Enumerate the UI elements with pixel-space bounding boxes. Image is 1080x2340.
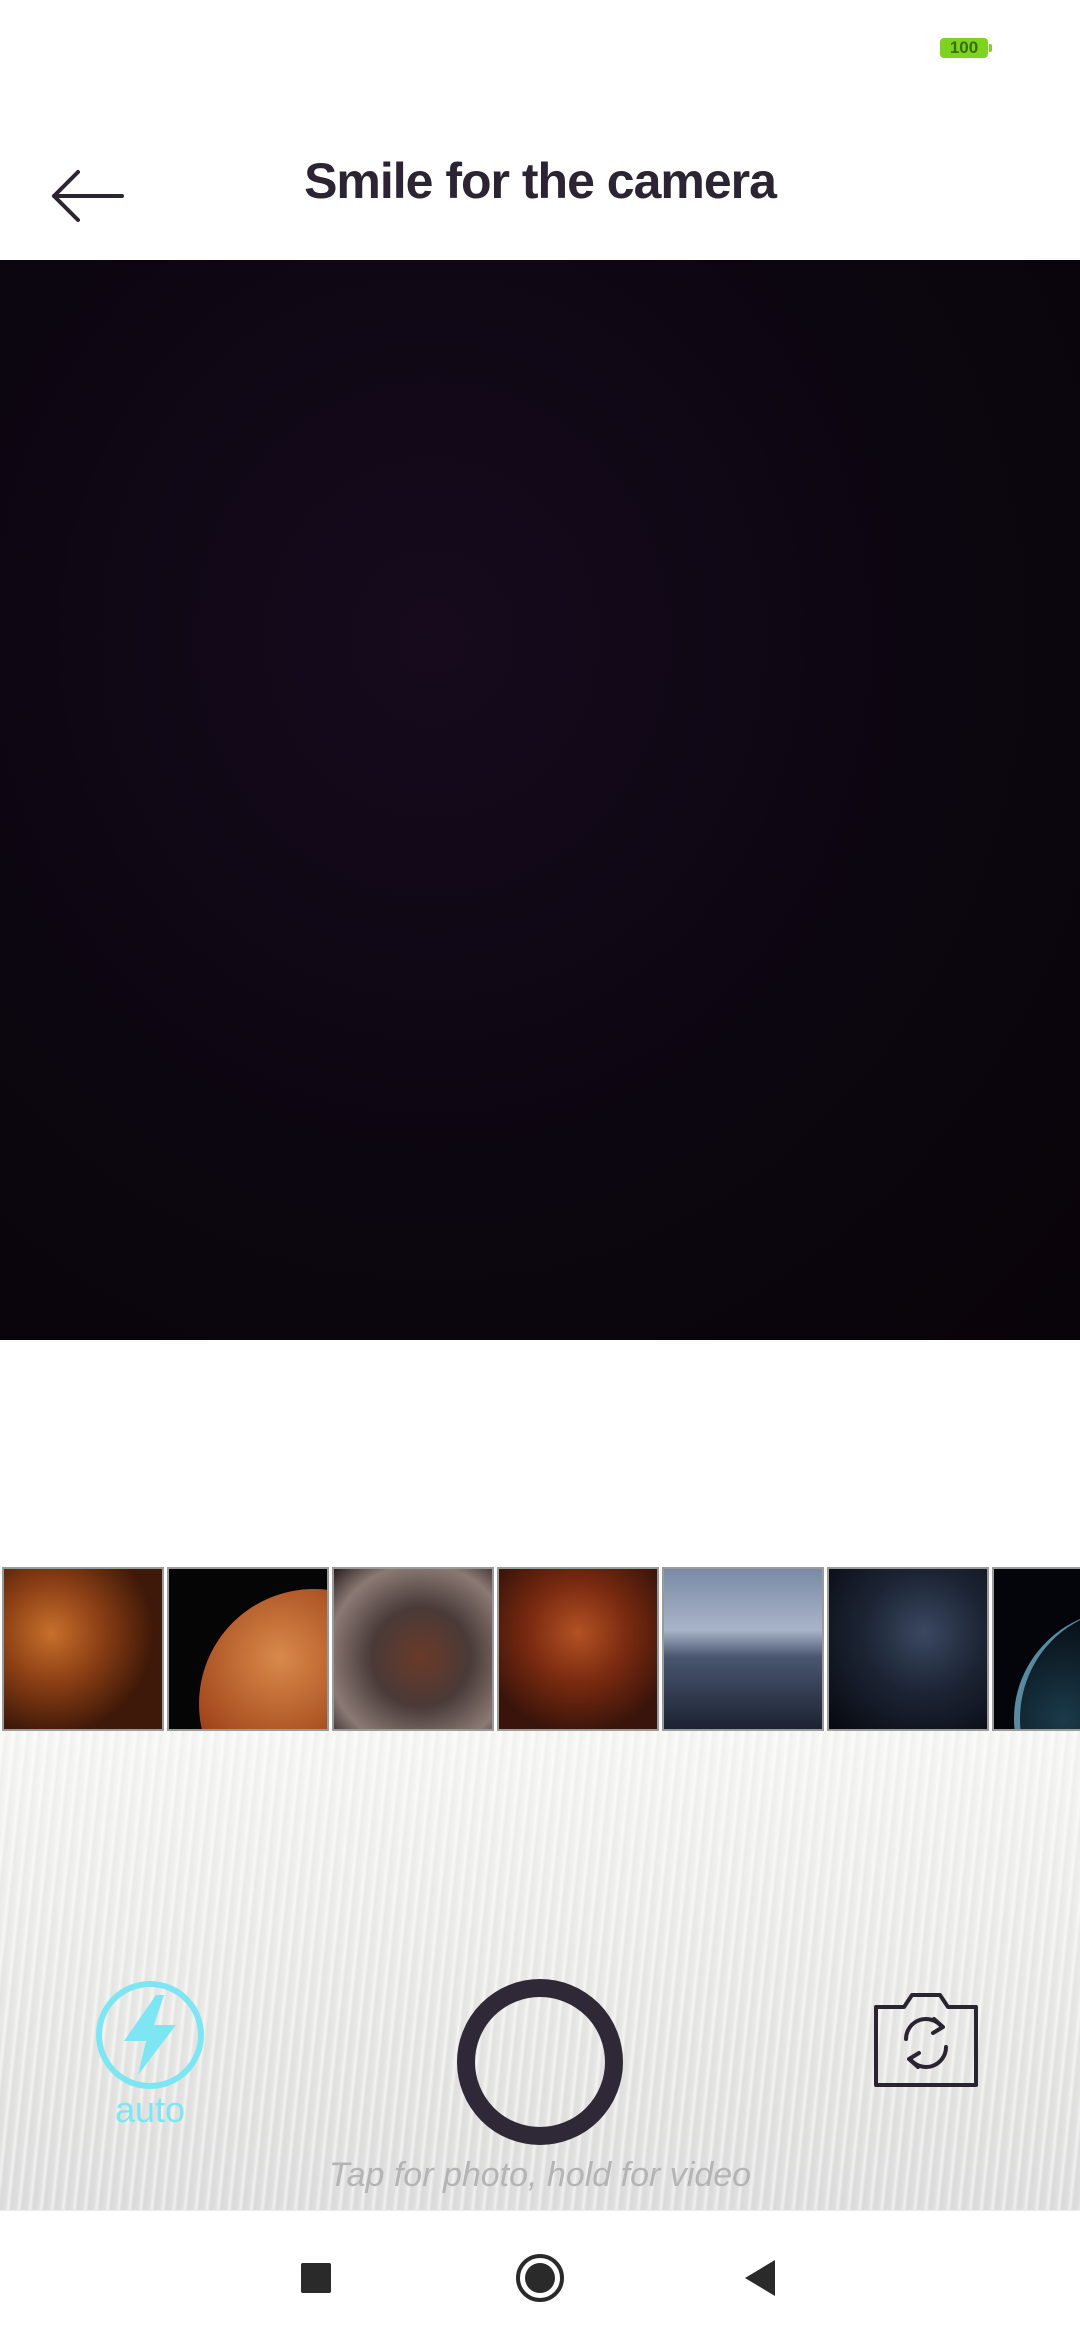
status-bar: 100 xyxy=(0,0,1080,96)
navigation-bar xyxy=(0,2210,1080,2340)
lightning-bolt-icon xyxy=(96,1981,204,2089)
flash-mode-label: auto xyxy=(114,2089,186,2130)
circle-icon xyxy=(516,2254,564,2302)
gallery-strip[interactable] xyxy=(0,1567,1080,1731)
nav-back-button[interactable] xyxy=(735,2251,789,2305)
gallery-thumb-2[interactable] xyxy=(167,1567,329,1731)
gallery-thumb-3[interactable] xyxy=(332,1567,494,1731)
square-icon xyxy=(301,2263,331,2293)
capture-hint: Tap for photo, hold for video xyxy=(328,2156,752,2194)
camera-controls: auto Tap for photo, hold for video xyxy=(0,1731,1080,2210)
home-button[interactable] xyxy=(513,2251,567,2305)
header: Smile for the camera xyxy=(0,96,1080,260)
flash-button[interactable] xyxy=(94,1979,206,2091)
switch-camera-button[interactable] xyxy=(870,1981,982,2093)
triangle-back-icon xyxy=(745,2260,775,2296)
shutter-button[interactable] xyxy=(457,1979,623,2145)
battery-icon: 100 xyxy=(940,38,992,58)
camera-switch-icon xyxy=(874,1993,978,2087)
gallery-thumb-5[interactable] xyxy=(662,1567,824,1731)
page-title: Smile for the camera xyxy=(304,153,777,209)
gallery-thumb-1[interactable] xyxy=(2,1567,164,1731)
camera-preview[interactable] xyxy=(0,260,1080,1340)
camera-screen: 100 Smile for the camera auto Tap for ph… xyxy=(0,0,1080,2340)
gallery-thumb-6[interactable] xyxy=(827,1567,989,1731)
gallery-thumb-7[interactable] xyxy=(992,1567,1080,1731)
gallery-thumb-4[interactable] xyxy=(497,1567,659,1731)
recents-button[interactable] xyxy=(289,2251,343,2305)
